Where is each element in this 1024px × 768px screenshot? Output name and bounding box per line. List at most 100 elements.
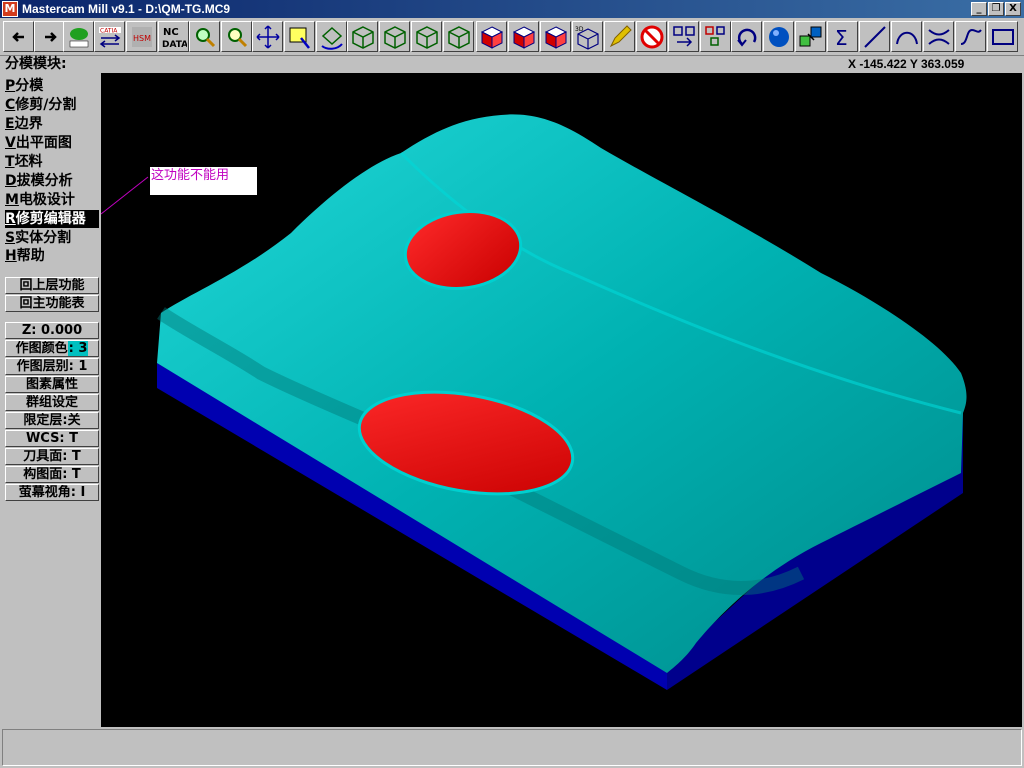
setting-value-highlight: : 3: [67, 341, 89, 356]
toolbar-transform-2-button[interactable]: [700, 21, 731, 52]
select-icon: [289, 27, 310, 49]
cube-red-icon: [512, 25, 535, 49]
svg-text:HSM: HSM: [133, 34, 151, 43]
svg-text:CATIA: CATIA: [100, 27, 118, 34]
setting-button-4[interactable]: 图素属性: [5, 376, 99, 393]
setting-button-10[interactable]: 萤幕视角: I: [5, 484, 99, 501]
menu-item-d[interactable]: D拔模分析: [5, 172, 99, 190]
setting-label: 群组设定: [25, 395, 78, 410]
setting-label: 萤幕视角: I: [18, 485, 86, 500]
toolbar-shade-2-button[interactable]: [508, 21, 539, 52]
toolbar-hsm-button[interactable]: HSM: [126, 21, 157, 52]
toolbar-shade-1-button[interactable]: [476, 21, 507, 52]
toolbar-transform-1-button[interactable]: [668, 21, 699, 52]
svg-text:Σ: Σ: [835, 26, 848, 50]
hsm-icon: HSM: [131, 26, 152, 47]
toolbar-view-side-button[interactable]: [411, 21, 442, 52]
setting-button-6[interactable]: 限定层:关: [5, 412, 99, 429]
toolbar-no-entry-button[interactable]: [636, 21, 667, 52]
menu-item-m[interactable]: M电极设计: [5, 191, 99, 209]
toolbar-undo-button[interactable]: [731, 21, 762, 52]
menu-item-hotkey: R: [5, 211, 16, 227]
arrow-left-icon: [11, 31, 24, 42]
setting-label: WCS: T: [25, 431, 79, 446]
menu-item-p[interactable]: P分模: [5, 77, 99, 95]
menu-item-e[interactable]: E边界: [5, 115, 99, 133]
menu-item-label: 坯料: [14, 154, 43, 170]
toolbar-view-front-button[interactable]: [379, 21, 410, 52]
menu-item-v[interactable]: V出平面图: [5, 134, 99, 152]
app-icon[interactable]: M: [2, 1, 18, 17]
setting-button-9[interactable]: 构图面: T: [5, 466, 99, 483]
cursor-coordinates: X -145.422 Y 363.059: [848, 57, 965, 71]
toolbar-zoom-window-button[interactable]: [189, 21, 220, 52]
menu-item-t[interactable]: T坯料: [5, 153, 99, 171]
arrow-right-icon: [44, 31, 57, 42]
line-icon: [863, 25, 886, 48]
toolbar-line-button[interactable]: [859, 21, 890, 52]
toolbar-pencil-button[interactable]: [604, 21, 635, 52]
menu-item-hotkey: M: [5, 192, 19, 208]
no-entry-icon: [640, 25, 663, 48]
toolbar-sphere-button[interactable]: [763, 21, 794, 52]
toolbar-zoom-button[interactable]: [221, 21, 252, 52]
toolbar-trim-button[interactable]: [923, 21, 954, 52]
catia-icon: CATIA: [98, 26, 121, 48]
prompt-area: [2, 729, 1022, 766]
toolbar-arc-button[interactable]: [891, 21, 922, 52]
menu-item-label: 帮助: [16, 248, 45, 264]
close-button[interactable]: X: [1005, 2, 1021, 16]
toolbar-machine-button[interactable]: [63, 21, 94, 52]
toolbar-pan-button[interactable]: [252, 21, 283, 52]
toolbar-view-top-button[interactable]: [347, 21, 378, 52]
menu-item-hotkey: P: [5, 78, 16, 94]
transform-icon: [672, 25, 695, 47]
setting-button-1[interactable]: Z: 0.000: [5, 322, 99, 339]
toolbar-view-iso-button[interactable]: [443, 21, 474, 52]
menu-item-r[interactable]: R修剪编辑器: [5, 210, 99, 228]
menu-item-s[interactable]: S实体分割: [5, 229, 99, 247]
minimize-button[interactable]: _: [971, 2, 987, 16]
back-level-button[interactable]: 回上层功能: [5, 277, 99, 294]
menu-item-label: 出平面图: [15, 135, 72, 151]
toolbar-rectangle-button[interactable]: [987, 21, 1018, 52]
menu-item-hotkey: H: [5, 248, 17, 264]
menu-item-label: 边界: [14, 116, 43, 132]
cube-red-icon: [544, 25, 567, 49]
toolbar-rotate-button[interactable]: [316, 21, 347, 52]
toolbar-select-button[interactable]: [284, 21, 315, 52]
cube-green-icon: [447, 25, 470, 49]
setting-label: 作图层别: 1: [16, 359, 88, 374]
main-menu-button[interactable]: 回主功能表: [5, 295, 99, 312]
toolbar-ncdata-button[interactable]: NC DATA: [158, 21, 189, 52]
setting-button-3[interactable]: 作图层别: 1: [5, 358, 99, 375]
setting-button-5[interactable]: 群组设定: [5, 394, 99, 411]
setting-button-7[interactable]: WCS: T: [5, 430, 99, 447]
toolbar-back-button[interactable]: [3, 21, 34, 52]
toolbar-copy-button[interactable]: [795, 21, 826, 52]
pan-icon: [255, 24, 280, 49]
pencil-icon: [609, 24, 632, 47]
menu-item-c[interactable]: C修剪/分割: [5, 96, 99, 114]
toolbar-shade-3-button[interactable]: [540, 21, 571, 52]
menu-item-label: 修剪编辑器: [15, 211, 86, 227]
setting-label: 刀具面: T: [23, 449, 81, 464]
toolbar-spline-button[interactable]: [955, 21, 986, 52]
setting-button-2[interactable]: 作图颜色: 3: [5, 340, 99, 357]
menu-item-label: 分模: [15, 78, 44, 94]
setting-label: 构图面: T: [23, 467, 81, 482]
rectangle-icon: [991, 28, 1014, 45]
arc-icon: [895, 31, 918, 44]
menu-item-h[interactable]: H帮助: [5, 247, 99, 265]
toolbar-forward-button[interactable]: [34, 21, 65, 52]
cube-3d-icon: 3D: [575, 26, 599, 50]
setting-button-8[interactable]: 刀具面: T: [5, 448, 99, 465]
menu-item-hotkey: E: [5, 116, 15, 132]
toolbar-catia-button[interactable]: CATIA: [94, 21, 125, 52]
zoom-icon: [227, 27, 247, 47]
mastercam-window: M Mastercam Mill v9.1 - D:\QM-TG.MC9 _ ❐…: [0, 0, 1024, 768]
restore-button[interactable]: ❐: [988, 2, 1004, 16]
toolbar-view-3d-button[interactable]: 3D: [572, 21, 603, 52]
toolbar-sum-button[interactable]: Σ: [827, 21, 858, 52]
setting-label: 作图颜色: [15, 341, 68, 356]
